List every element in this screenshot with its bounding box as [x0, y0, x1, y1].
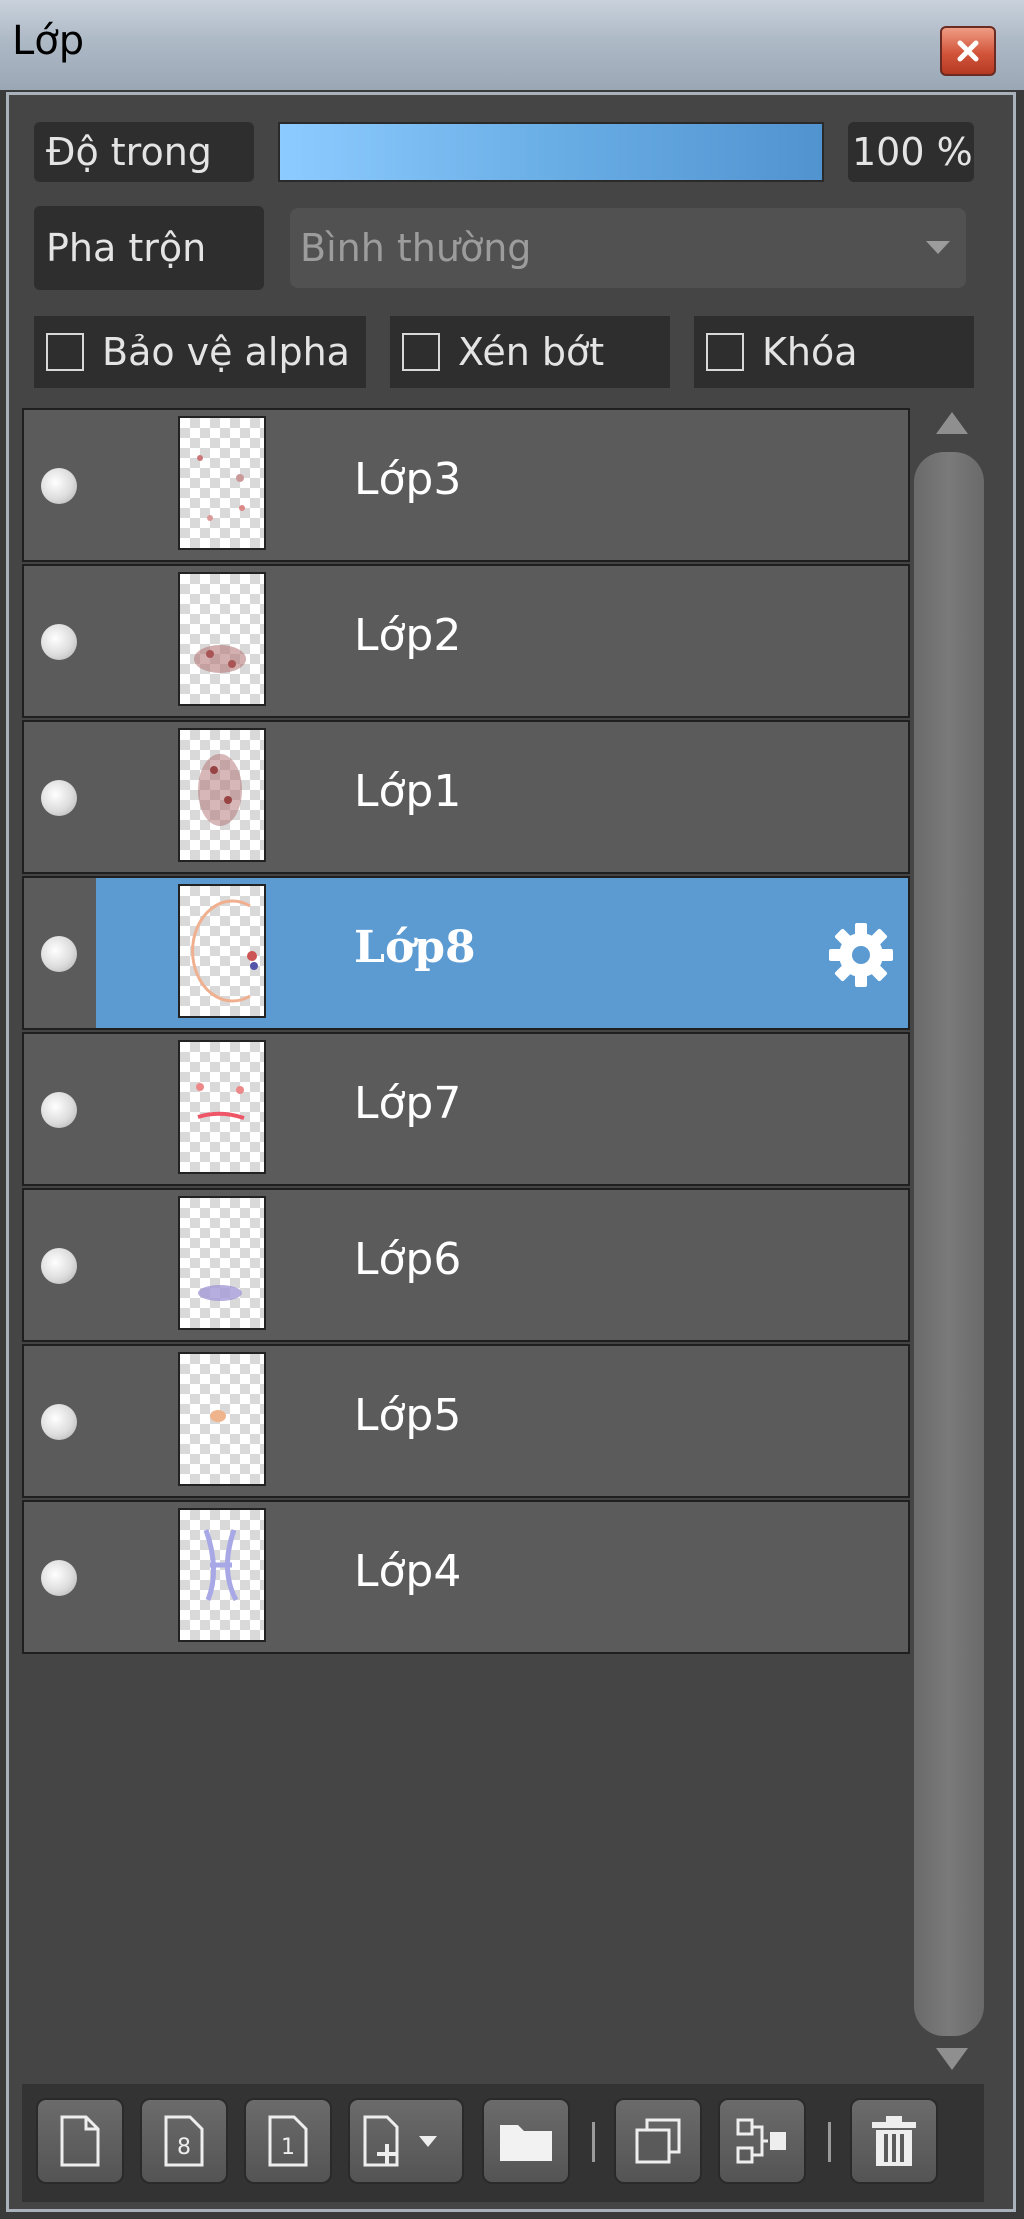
scroll-up-arrow[interactable] — [936, 412, 968, 434]
layer-name: Lớp2 — [354, 610, 462, 661]
layer-row[interactable]: Lớp3 — [22, 408, 910, 562]
checkbox-label: Khóa — [762, 330, 858, 374]
svg-text:8: 8 — [177, 2135, 191, 2160]
merge-layer-icon — [736, 2118, 786, 2164]
protect-alpha-checkbox[interactable]: Bảo vệ alpha — [34, 316, 366, 388]
layer-toolbar: 8 1 — [22, 2084, 984, 2202]
layer-name: Lớp3 — [354, 454, 462, 505]
layer-row[interactable]: Lớp4 — [22, 1500, 910, 1654]
folder-icon — [500, 2125, 552, 2161]
layer-name: Lớp5 — [354, 1390, 462, 1441]
window-title: Lớp — [12, 18, 85, 64]
visibility-toggle[interactable] — [41, 1248, 77, 1284]
visibility-toggle[interactable] — [41, 936, 77, 972]
blend-mode-select[interactable]: Bình thường — [290, 208, 966, 288]
layer-thumbnail — [178, 728, 266, 862]
opacity-slider[interactable] — [278, 122, 824, 182]
delete-layer-button[interactable] — [850, 2098, 938, 2184]
toolbar-separator — [828, 2122, 831, 2162]
visibility-toggle[interactable] — [41, 780, 77, 816]
new-8bit-layer-icon: 8 — [164, 2115, 204, 2167]
blend-mode-value: Bình thường — [300, 226, 532, 270]
layer-row-selected[interactable]: Lớp8 — [22, 876, 910, 1030]
checkbox-label: Bảo vệ alpha — [102, 330, 350, 374]
opacity-slider-fill — [280, 124, 822, 180]
layer-row[interactable]: Lớp5 — [22, 1344, 910, 1498]
visibility-toggle[interactable] — [41, 624, 77, 660]
visibility-toggle[interactable] — [41, 468, 77, 504]
merge-layer-button[interactable] — [718, 2098, 806, 2184]
checkbox-square — [706, 333, 744, 371]
add-layer-dropdown-icon — [363, 2115, 437, 2167]
layer-name: Lớp7 — [354, 1078, 462, 1129]
opacity-label: Độ trong — [34, 122, 254, 182]
layer-name: Lớp6 — [354, 1234, 462, 1285]
visibility-toggle[interactable] — [41, 1560, 77, 1596]
layer-row[interactable]: Lớp1 — [22, 720, 910, 874]
visibility-toggle[interactable] — [41, 1092, 77, 1128]
layer-thumbnail — [178, 416, 266, 550]
layer-thumbnail — [178, 884, 266, 1018]
layer-name: Lớp1 — [354, 766, 462, 817]
new-1bit-layer-button[interactable]: 1 — [244, 2098, 332, 2184]
layer-thumbnail — [178, 1508, 266, 1642]
checkbox-square — [46, 333, 84, 371]
add-layer-dropdown-button[interactable] — [348, 2098, 464, 2184]
visibility-toggle[interactable] — [41, 1404, 77, 1440]
checkbox-square — [402, 333, 440, 371]
clipping-checkbox[interactable]: Xén bớt — [390, 316, 670, 388]
chevron-down-icon — [926, 241, 950, 254]
close-button[interactable] — [940, 26, 996, 76]
duplicate-layer-button[interactable] — [614, 2098, 702, 2184]
opacity-value: 100 % — [848, 122, 974, 182]
layer-row[interactable]: Lớp7 — [22, 1032, 910, 1186]
duplicate-layer-icon — [635, 2118, 681, 2164]
scroll-down-arrow[interactable] — [936, 2048, 968, 2070]
blend-label: Pha trộn — [34, 206, 264, 290]
new-layer-icon — [60, 2115, 100, 2167]
checkbox-label: Xén bớt — [458, 330, 605, 374]
layer-thumbnail — [178, 1040, 266, 1174]
layer-name: Lớp8 — [354, 922, 476, 973]
lock-checkbox[interactable]: Khóa — [694, 316, 974, 388]
gear-icon[interactable] — [826, 920, 896, 990]
layer-thumbnail — [178, 572, 266, 706]
layer-name: Lớp4 — [354, 1546, 462, 1597]
title-bar: Lớp — [0, 0, 1024, 90]
scrollbar-thumb[interactable] — [914, 452, 984, 2036]
layer-thumbnail — [178, 1196, 266, 1330]
close-icon — [957, 40, 979, 62]
trash-icon — [872, 2116, 916, 2166]
layer-thumbnail — [178, 1352, 266, 1486]
layer-row[interactable]: Lớp2 — [22, 564, 910, 718]
toolbar-separator — [592, 2122, 595, 2162]
new-layer-button[interactable] — [36, 2098, 124, 2184]
new-folder-button[interactable] — [482, 2098, 570, 2184]
layer-row[interactable]: Lớp6 — [22, 1188, 910, 1342]
layer-list: Lớp3 Lớp2 Lớp1 Lớp8 Lớp7 Lớp6 Lớp5 Lớp4 — [22, 408, 910, 1654]
new-1bit-layer-icon: 1 — [268, 2115, 308, 2167]
new-8bit-layer-button[interactable]: 8 — [140, 2098, 228, 2184]
svg-text:1: 1 — [281, 2135, 295, 2160]
